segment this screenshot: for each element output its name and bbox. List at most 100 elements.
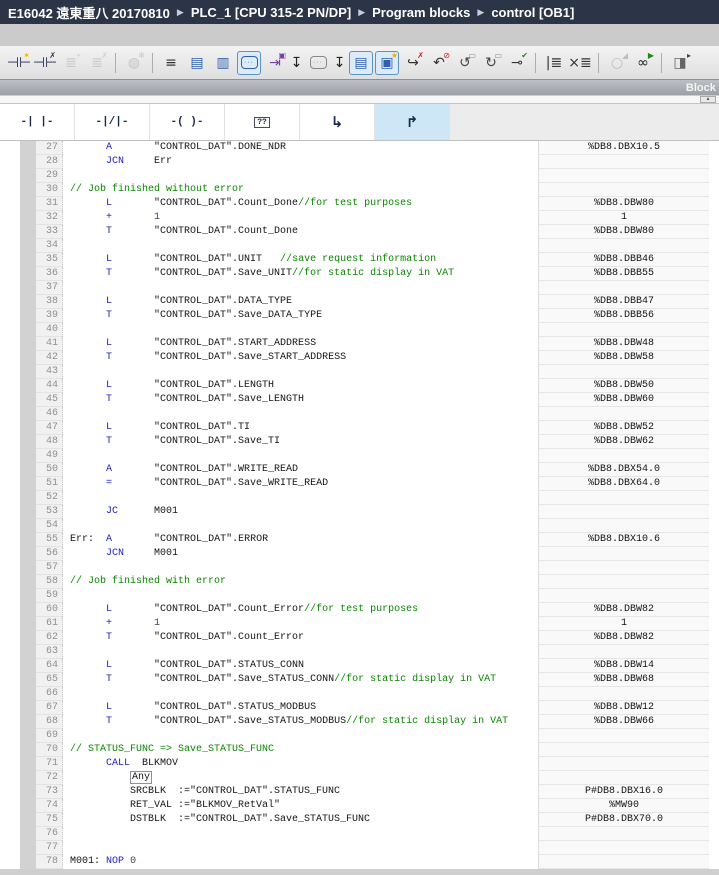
breakpoint-gutter[interactable] (20, 561, 36, 575)
breadcrumb-item[interactable]: Program blocks (372, 5, 470, 20)
breakpoint-gutter[interactable] (20, 785, 36, 799)
code-text[interactable]: // STATUS_FUNC => Save_STATUS_FUNC (63, 743, 538, 757)
breakpoint-gutter[interactable] (20, 547, 36, 561)
breakpoint-gutter[interactable] (20, 225, 36, 239)
code-text[interactable] (63, 239, 538, 253)
code-text[interactable]: Any (63, 771, 538, 785)
breakpoint-gutter[interactable] (20, 239, 36, 253)
breakpoint-gutter[interactable] (20, 813, 36, 827)
code-text[interactable]: = "CONTROL_DAT".Save_WRITE_READ (63, 477, 538, 491)
breakpoint-gutter[interactable] (20, 477, 36, 491)
breakpoint-gutter[interactable] (20, 827, 36, 841)
lad-coil-button[interactable]: -( )- (150, 104, 225, 140)
interface-splitter[interactable]: ▲ (0, 95, 719, 104)
download-comments-icon[interactable]: ↧ (332, 51, 347, 75)
breakpoint-gutter[interactable] (20, 379, 36, 393)
code-text[interactable]: T "CONTROL_DAT".Save_DATA_TYPE (63, 309, 538, 323)
code-text[interactable] (63, 365, 538, 379)
favorites-display-icon[interactable]: ⇥▣ (263, 51, 287, 75)
code-text[interactable] (63, 449, 538, 463)
lad-close-branch-button[interactable]: ↱ (375, 104, 450, 140)
expand-networks-icon[interactable]: ▤ (185, 51, 209, 75)
collapse-arrow-icon[interactable]: ▲ (700, 96, 716, 103)
code-text[interactable]: // Job finished with error (63, 575, 538, 589)
lad-empty-box-button[interactable]: ?? (225, 104, 300, 140)
breakpoint-gutter[interactable] (20, 841, 36, 855)
code-text[interactable]: T "CONTROL_DAT".Save_START_ADDRESS (63, 351, 538, 365)
breakpoint-gutter[interactable] (20, 155, 36, 169)
code-text[interactable]: L "CONTROL_DAT".DATA_TYPE (63, 295, 538, 309)
breakpoint-gutter[interactable] (20, 141, 36, 155)
breakpoint-gutter[interactable] (20, 323, 36, 337)
breakpoint-gutter[interactable] (20, 169, 36, 183)
update-block-calls-icon[interactable]: ↺▭ (453, 51, 477, 75)
code-text[interactable] (63, 169, 538, 183)
breakpoint-gutter[interactable] (20, 589, 36, 603)
breakpoint-gutter[interactable] (20, 211, 36, 225)
breakpoint-gutter[interactable] (20, 197, 36, 211)
code-text[interactable]: T "CONTROL_DAT".Save_TI (63, 435, 538, 449)
code-text[interactable] (63, 323, 538, 337)
lad-open-branch-button[interactable]: ↳ (300, 104, 375, 140)
code-text[interactable]: T "CONTROL_DAT".Count_Done (63, 225, 538, 239)
code-text[interactable]: L "CONTROL_DAT".Count_Error//for test pu… (63, 603, 538, 617)
code-text[interactable]: L "CONTROL_DAT".Count_Done//for test pur… (63, 197, 538, 211)
favorites-in-editor-toggle-icon[interactable]: ▣★ (375, 51, 399, 75)
breakpoint-gutter[interactable] (20, 729, 36, 743)
code-text[interactable] (63, 645, 538, 659)
code-text[interactable]: T "CONTROL_DAT".Save_LENGTH (63, 393, 538, 407)
any-pointer-field[interactable]: Any (130, 771, 152, 784)
breakpoint-gutter[interactable] (20, 309, 36, 323)
code-text[interactable]: A "CONTROL_DAT".DONE_NDR (63, 141, 538, 155)
synchronize-blocks-icon[interactable]: ↻▭ (479, 51, 503, 75)
code-text[interactable] (63, 841, 538, 855)
code-text[interactable] (63, 729, 538, 743)
code-text[interactable]: // Job finished without error (63, 183, 538, 197)
code-text[interactable]: L "CONTROL_DAT".START_ADDRESS (63, 337, 538, 351)
code-text[interactable] (63, 407, 538, 421)
breakpoint-gutter[interactable] (20, 463, 36, 477)
breadcrumb-item[interactable]: control [OB1] (491, 5, 574, 20)
breakpoint-gutter[interactable] (20, 645, 36, 659)
code-text[interactable]: DSTBLK :="CONTROL_DAT".Save_STATUS_FUNC (63, 813, 538, 827)
breakpoint-gutter[interactable] (20, 253, 36, 267)
breakpoint-gutter[interactable] (20, 673, 36, 687)
breakpoint-gutter[interactable] (20, 421, 36, 435)
call-structure-icon[interactable]: ◨▸ (668, 51, 692, 75)
code-text[interactable]: SRCBLK :="CONTROL_DAT".STATUS_FUNC (63, 785, 538, 799)
code-text[interactable]: L "CONTROL_DAT".LENGTH (63, 379, 538, 393)
breadcrumb-item[interactable]: E16042 遠東重八 20170810 (8, 3, 170, 22)
download-favorites-icon[interactable]: ↧ (289, 51, 304, 75)
collapse-networks-icon[interactable]: ▥ (211, 51, 235, 75)
breakpoint-gutter[interactable] (20, 491, 36, 505)
code-text[interactable]: + 1 (63, 211, 538, 225)
code-text[interactable]: T "CONTROL_DAT".Save_STATUS_MODBUS//for … (63, 715, 538, 729)
goto-previous-fault-icon[interactable]: ↶⊘ (427, 51, 451, 75)
goto-next-fault-icon[interactable]: ↪✗ (401, 51, 425, 75)
breakpoint-gutter[interactable] (20, 575, 36, 589)
breakpoint-gutter[interactable] (20, 267, 36, 281)
code-text[interactable]: L "CONTROL_DAT".STATUS_CONN (63, 659, 538, 673)
insert-network-icon[interactable]: ⊣⊢✶ (7, 51, 31, 75)
code-text[interactable] (63, 827, 538, 841)
breadcrumb-item[interactable]: PLC_1 [CPU 315-2 PN/DP] (191, 5, 351, 20)
code-text[interactable]: + 1 (63, 617, 538, 631)
breakpoint-gutter[interactable] (20, 715, 36, 729)
absolute-symbolic-operands-icon[interactable]: ≡ (159, 51, 183, 75)
code-text[interactable]: JCN Err (63, 155, 538, 169)
code-text[interactable]: L "CONTROL_DAT".UNIT //save request info… (63, 253, 538, 267)
breakpoint-gutter[interactable] (20, 799, 36, 813)
stl-editor[interactable]: 27 A "CONTROL_DAT".DONE_NDR%DB8.DBX10.52… (0, 141, 719, 869)
breakpoint-gutter[interactable] (20, 687, 36, 701)
code-text[interactable]: A "CONTROL_DAT".WRITE_READ (63, 463, 538, 477)
breakpoint-gutter[interactable] (20, 617, 36, 631)
code-text[interactable]: T "CONTROL_DAT".Save_UNIT//for static di… (63, 267, 538, 281)
breakpoint-gutter[interactable] (20, 701, 36, 715)
breakpoint-gutter[interactable] (20, 533, 36, 547)
breakpoint-gutter[interactable] (20, 281, 36, 295)
breakpoint-gutter[interactable] (20, 407, 36, 421)
breakpoint-gutter[interactable] (20, 603, 36, 617)
consistency-check-icon[interactable]: ⊸✔ (505, 51, 529, 75)
breakpoint-gutter[interactable] (20, 435, 36, 449)
breakpoint-gutter[interactable] (20, 743, 36, 757)
